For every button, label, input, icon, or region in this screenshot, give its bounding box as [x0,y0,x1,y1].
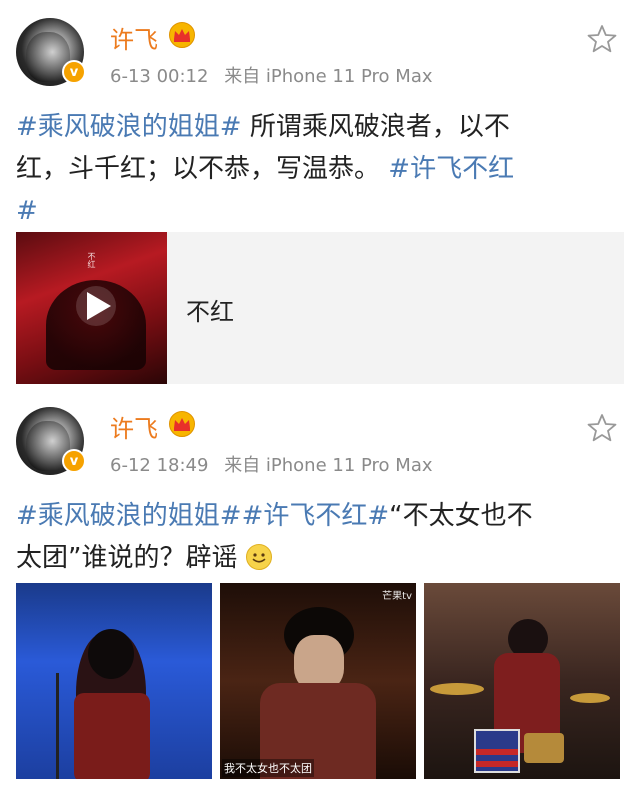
verified-badge-icon: v [62,60,86,84]
post-text: #乘风破浪的姐姐##许飞不红#“不太女也不 太团”谁说的？辟谣 [16,495,626,579]
hashtag-link[interactable]: #乘风破浪的姐姐# [16,112,242,142]
post-text-line: 太团”谁说的？辟谣 [16,543,238,573]
video-logo: 芒果tv [382,591,412,602]
post-meta: 6-13 00:12 来自 iPhone 11 Pro Max [110,62,433,88]
thumbnail-text: 不红 [87,252,96,268]
star-icon[interactable] [587,413,617,443]
post-time: 6-12 18:49 [110,455,209,476]
post-meta: 6-12 18:49 来自 iPhone 11 Pro Max [110,451,433,477]
crown-icon[interactable] [168,411,196,437]
play-icon[interactable] [76,286,116,326]
weibo-post-2: v 许飞 6-12 18:49 来自 iPhone 11 Pro Max #乘风… [0,395,640,791]
weibo-post-1: v 许飞 6-13 00:12 来自 iPhone 11 Pro Max #乘风… [0,0,640,395]
crown-icon[interactable] [168,22,196,48]
hashtag-link[interactable]: # [16,196,38,226]
verified-badge-icon: v [62,449,86,473]
post-photo[interactable] [16,583,212,779]
video-title[interactable]: 不红 [186,292,234,327]
post-time: 6-13 00:12 [110,66,209,87]
post-text: #乘风破浪的姐姐# 所谓乘风破浪者，以不 红，斗千红；以不恭，写温恭。 #许飞不… [16,106,626,232]
hashtag-link[interactable]: #许飞不红 [388,154,514,184]
hashtag-link[interactable]: #乘风破浪的姐姐##许飞不红# [16,501,389,531]
video-card[interactable]: 不红 不红 [16,232,624,384]
video-thumbnail[interactable]: 不红 [16,232,167,384]
post-text-line: 红，斗千红；以不恭，写温恭。 [16,154,381,184]
smile-emoji-icon [245,544,272,570]
post-photo[interactable]: 芒果tv 我不太女也不太团 [220,583,416,779]
post-text-line: “不太女也不 [389,501,533,531]
post-source: 来自 iPhone 11 Pro Max [224,66,433,87]
star-icon[interactable] [587,24,617,54]
post-photo[interactable] [424,583,620,779]
username[interactable]: 许飞 [110,20,158,55]
username[interactable]: 许飞 [110,409,158,444]
post-text-line: 所谓乘风破浪者，以不 [241,112,510,142]
post-source: 来自 iPhone 11 Pro Max [224,455,433,476]
photo-caption: 我不太女也不太团 [222,759,314,777]
